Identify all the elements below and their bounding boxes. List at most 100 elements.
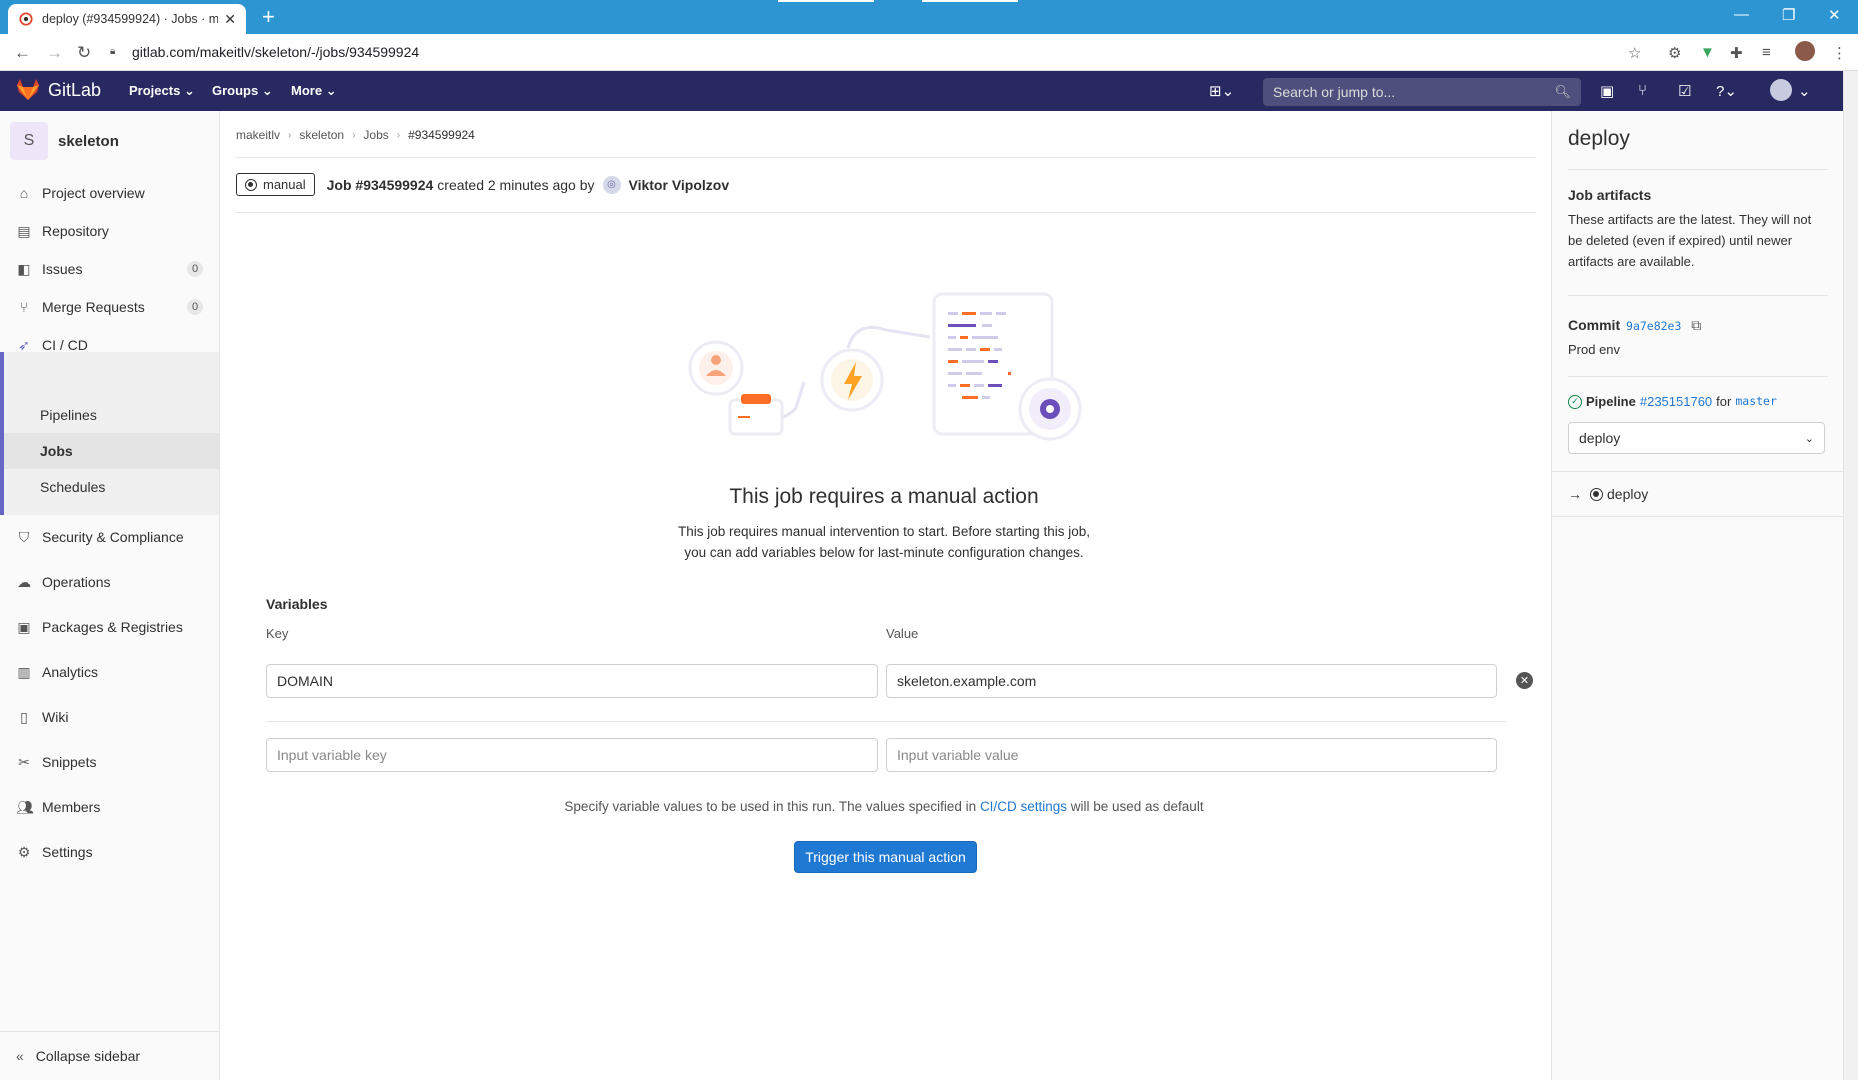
reload-icon[interactable]: ↻	[77, 43, 91, 63]
sidebar-item-security[interactable]: ⛉ Security & Compliance	[0, 515, 219, 559]
value-column-label: Value	[886, 626, 919, 641]
tab-close-icon[interactable]: ✕	[224, 11, 236, 28]
cicd-settings-link[interactable]: CI/CD settings	[980, 799, 1067, 814]
sidebar-item-wiki[interactable]: ▯ Wiki	[0, 695, 219, 739]
scissors-icon: ✂	[18, 753, 30, 770]
project-name: skeleton	[58, 132, 119, 150]
breadcrumb-item[interactable]: makeitlv	[236, 128, 280, 142]
remove-variable-icon[interactable]: ✕	[1516, 672, 1533, 689]
sidebar-item-snippets[interactable]: ✂ Snippets	[0, 740, 219, 784]
sidebar-subitem-jobs[interactable]: Jobs	[40, 443, 73, 459]
project-avatar: S	[10, 122, 48, 160]
arrow-right-icon: →	[1568, 486, 1582, 502]
sidebar-item-members[interactable]: 👥︎ Members	[0, 785, 219, 829]
branch-link[interactable]: master	[1735, 391, 1777, 412]
sidebar-item-analytics[interactable]: ▥ Analytics	[0, 650, 219, 694]
job-header: manual Job #934599924 created 2 minutes …	[236, 173, 733, 196]
job-title: Job #934599924	[326, 176, 434, 193]
extension-js-icon[interactable]: ⚙	[1668, 44, 1681, 62]
new-item-dropdown-icon[interactable]: ⊞⌄	[1209, 82, 1234, 100]
tab-title: deploy (#934599924) · Jobs · mak	[42, 12, 219, 26]
chevron-down-icon: ⌄	[325, 83, 337, 98]
sidebar-item-packages[interactable]: ▣ Packages & Registries	[0, 605, 219, 649]
title-bar-mark	[778, 0, 874, 2]
chevron-down-icon: ⌄	[1804, 432, 1814, 445]
todos-nav-icon[interactable]: ☑	[1678, 82, 1691, 100]
breadcrumb-item[interactable]: #934599924	[408, 128, 475, 142]
minimize-icon[interactable]: —	[1734, 6, 1749, 23]
browser-tab[interactable]: deploy (#934599924) · Jobs · mak ✕	[8, 4, 246, 34]
chevron-right-icon: ›	[288, 129, 292, 141]
forward-icon[interactable]: →	[46, 43, 63, 63]
cloud-gear-icon: ☁	[17, 573, 31, 590]
breadcrumb: makeitlv › skeleton › Jobs › #934599924	[236, 128, 475, 142]
url-field[interactable]: 🔒︎ gitlab.com/makeitlv/skeleton/-/jobs/9…	[110, 39, 1636, 65]
commit-row: Commit 9a7e82e3 ⧉	[1568, 317, 1702, 333]
author-avatar[interactable]: ◎	[602, 175, 621, 194]
chevron-right-icon: ›	[352, 129, 356, 141]
issues-count-badge: 0	[187, 261, 203, 277]
divider	[1568, 295, 1828, 296]
browser-menu-icon[interactable]: ⋮	[1832, 44, 1847, 62]
jobs-active-bg	[4, 433, 219, 469]
restore-icon[interactable]: ❐	[1782, 6, 1795, 24]
rocket-icon: ➶	[18, 336, 30, 353]
user-avatar-icon[interactable]	[1770, 79, 1792, 101]
merge-request-icon: ⑂	[19, 299, 29, 315]
key-column-label: Key	[266, 626, 289, 641]
search-icon: 🔍︎	[1554, 84, 1571, 99]
pipeline-link[interactable]: #235151760	[1640, 391, 1712, 412]
gitlab-logo[interactable]: GitLab	[16, 79, 101, 101]
sidebar-item-settings[interactable]: ⚙ Settings	[0, 830, 219, 874]
stage-select[interactable]: deploy ⌄	[1568, 422, 1825, 454]
search-input[interactable]: Search or jump to... 🔍︎	[1263, 78, 1581, 106]
doc-icon: ▤	[17, 222, 31, 239]
user-menu-chevron-icon[interactable]: ⌄	[1798, 82, 1811, 100]
commit-message: Prod env	[1568, 342, 1621, 357]
copy-icon[interactable]: ⧉	[1691, 317, 1701, 333]
breadcrumb-item[interactable]: Jobs	[363, 128, 388, 142]
project-header[interactable]: S skeleton	[10, 122, 119, 160]
collapse-sidebar-button[interactable]: « Collapse sidebar	[0, 1031, 219, 1080]
chevron-right-icon: ›	[396, 129, 401, 141]
new-tab-icon[interactable]: +	[262, 6, 275, 28]
merge-requests-nav-icon[interactable]: ⑂	[1638, 82, 1647, 99]
sidebar-subitem-schedules[interactable]: Schedules	[40, 479, 105, 495]
address-bar: ← → ↻ 🔒︎ gitlab.com/makeitlv/skeleton/-/…	[0, 34, 1858, 71]
variable-value-field[interactable]: skeleton.example.com	[886, 664, 1497, 698]
chart-icon: ▥	[17, 663, 31, 680]
more-menu[interactable]: More ⌄	[291, 83, 337, 99]
trigger-manual-action-button[interactable]: Trigger this manual action	[794, 841, 977, 873]
sidebar-item-operations[interactable]: ☁ Operations	[0, 560, 219, 604]
commit-sha-link[interactable]: 9a7e82e3	[1626, 319, 1681, 333]
job-author[interactable]: Viktor Vipolzov	[629, 177, 730, 193]
new-variable-key-input[interactable]: Input variable key	[266, 738, 878, 772]
new-variable-value-input[interactable]: Input variable value	[886, 738, 1497, 772]
sidebar-item-cicd[interactable]: ➶ CI / CD	[0, 323, 219, 367]
manual-status-badge[interactable]: manual	[236, 173, 315, 196]
extensions-puzzle-icon[interactable]: ✚	[1730, 44, 1743, 62]
extension-vue-icon[interactable]: ▼	[1700, 44, 1715, 61]
issues-icon: ◧	[17, 260, 31, 277]
job-list-item[interactable]: → deploy	[1552, 471, 1843, 517]
pipeline-success-icon: ✓	[1568, 394, 1582, 409]
variables-help-text: Specify variable values to be used in th…	[564, 799, 1204, 814]
projects-menu[interactable]: Projects ⌄	[129, 83, 195, 99]
variable-key-field[interactable]: DOMAIN	[266, 664, 878, 698]
groups-menu[interactable]: Groups ⌄	[212, 83, 273, 99]
issues-nav-icon[interactable]: ▣	[1600, 82, 1614, 100]
job-created-text: created 2 minutes ago by	[437, 176, 595, 193]
page-scrollbar[interactable]	[1843, 71, 1858, 1080]
pipeline-row: ✓ Pipeline #235151760 for master	[1568, 391, 1828, 412]
empty-state-title: This job requires a manual action	[729, 485, 1039, 508]
mr-count-badge: 0	[187, 299, 203, 315]
divider	[236, 157, 1536, 158]
reading-list-icon[interactable]: ≡	[1762, 44, 1771, 61]
sidebar-subitem-pipelines[interactable]: Pipelines	[40, 407, 97, 423]
breadcrumb-item[interactable]: skeleton	[299, 128, 344, 142]
profile-avatar-icon[interactable]	[1795, 41, 1815, 61]
close-window-icon[interactable]: ✕	[1828, 6, 1841, 24]
back-icon[interactable]: ←	[14, 43, 31, 63]
help-dropdown-icon[interactable]: ?⌄	[1716, 82, 1737, 100]
bookmark-star-icon[interactable]: ☆	[1628, 44, 1641, 62]
